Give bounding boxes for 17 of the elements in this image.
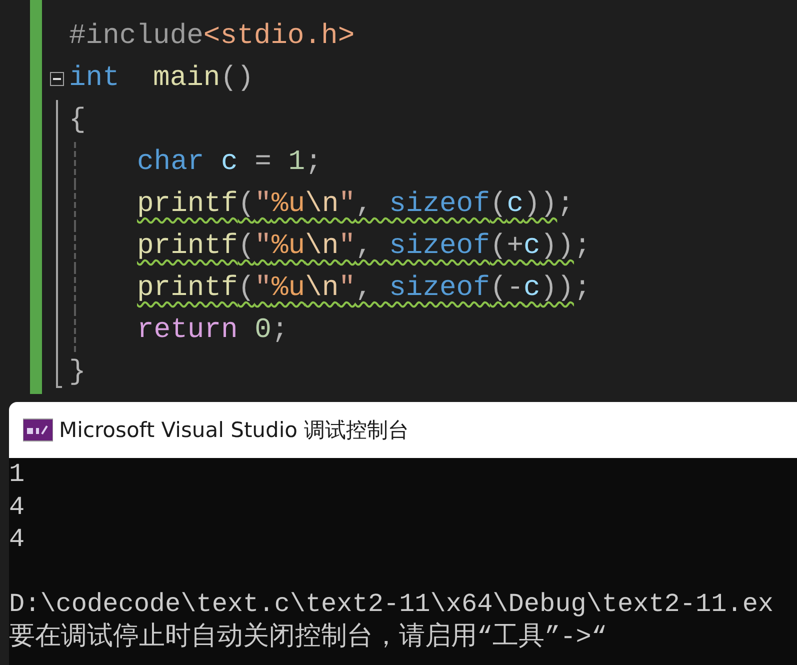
code-line: }	[69, 356, 86, 390]
console-output: 1	[9, 458, 26, 490]
console-output: 4	[9, 523, 26, 556]
console-message: 要在调试停止时自动关闭控制台，请启用“工具”->“	[9, 620, 608, 653]
window-title: Microsoft Visual Studio 调试控制台	[59, 417, 410, 444]
code-line: printf("%u\n", sizeof(+c));	[137, 230, 591, 264]
code-line: return 0;	[137, 314, 288, 348]
console-output: 4	[9, 490, 26, 523]
code-line: char c = 1;	[137, 146, 322, 180]
code-line: #include<stdio.h>	[69, 20, 355, 54]
collapse-icon[interactable]	[50, 72, 64, 86]
console-message: D:\codecode\text.c\text2-11\x64\Debug\text2-11.ex	[9, 588, 775, 620]
code-line: int main()	[69, 62, 254, 96]
console-icon	[23, 418, 53, 442]
code-line: {	[69, 104, 86, 138]
code-line: printf("%u\n", sizeof(-c));	[137, 272, 591, 306]
code-line: printf("%u\n", sizeof(c));	[137, 188, 574, 222]
